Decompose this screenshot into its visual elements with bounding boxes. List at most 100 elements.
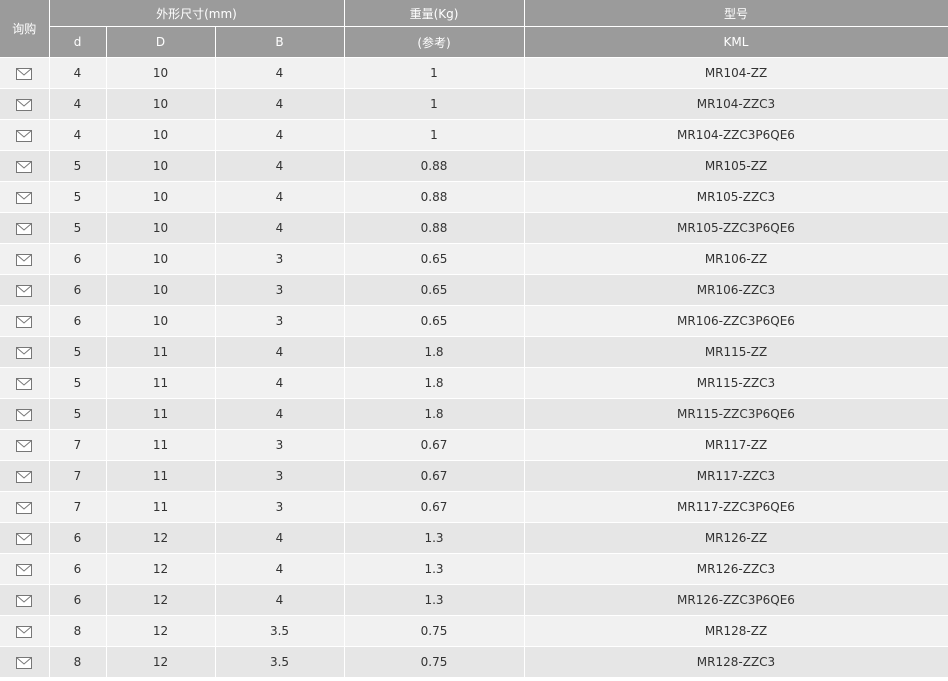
outer-diameter-cell: 10 <box>106 274 216 306</box>
envelope-icon[interactable] <box>16 439 33 452</box>
width-cell: 4 <box>215 367 345 399</box>
envelope-icon[interactable] <box>16 191 33 204</box>
outer-diameter-cell: 12 <box>106 522 216 554</box>
envelope-icon[interactable] <box>16 408 33 421</box>
inquiry-cell <box>0 57 50 89</box>
table-row: 4 10 4 1 MR104-ZZC3P6QE6 <box>0 119 948 151</box>
envelope-icon[interactable] <box>16 253 33 266</box>
outer-diameter-header: D <box>106 26 216 58</box>
model-cell: MR105-ZZC3P6QE6 <box>524 212 948 244</box>
envelope-icon[interactable] <box>16 563 33 576</box>
table-header: 询购 外形尺寸(mm) 重量(Kg) 型号 d D B (参考) KML <box>0 0 948 58</box>
weight-cell: 0.67 <box>344 429 525 461</box>
envelope-icon[interactable] <box>16 315 33 328</box>
inner-diameter-cell: 5 <box>49 181 107 213</box>
weight-cell: 1.8 <box>344 398 525 430</box>
inner-diameter-cell: 6 <box>49 522 107 554</box>
inner-diameter-cell: 4 <box>49 119 107 151</box>
outer-diameter-cell: 10 <box>106 181 216 213</box>
envelope-icon[interactable] <box>16 594 33 607</box>
envelope-icon[interactable] <box>16 532 33 545</box>
envelope-icon[interactable] <box>16 377 33 390</box>
inner-diameter-cell: 8 <box>49 615 107 647</box>
table-row: 6 10 3 0.65 MR106-ZZC3 <box>0 274 948 306</box>
width-cell: 4 <box>215 88 345 120</box>
weight-cell: 0.88 <box>344 181 525 213</box>
table-row: 4 10 4 1 MR104-ZZ <box>0 57 948 89</box>
inner-diameter-cell: 6 <box>49 553 107 585</box>
table-row: 5 11 4 1.8 MR115-ZZ <box>0 336 948 368</box>
envelope-icon[interactable] <box>16 346 33 359</box>
width-cell: 3 <box>215 491 345 523</box>
width-cell: 4 <box>215 150 345 182</box>
inner-diameter-cell: 6 <box>49 274 107 306</box>
envelope-icon[interactable] <box>16 129 33 142</box>
weight-cell: 1.8 <box>344 367 525 399</box>
inner-diameter-cell: 6 <box>49 243 107 275</box>
weight-cell: 0.88 <box>344 212 525 244</box>
envelope-icon[interactable] <box>16 67 33 80</box>
dimensions-group-header: 外形尺寸(mm) <box>49 0 345 27</box>
width-cell: 4 <box>215 181 345 213</box>
table-row: 5 11 4 1.8 MR115-ZZC3 <box>0 367 948 399</box>
inner-diameter-cell: 8 <box>49 646 107 678</box>
inquiry-cell <box>0 88 50 120</box>
outer-diameter-cell: 11 <box>106 460 216 492</box>
model-cell: MR115-ZZC3P6QE6 <box>524 398 948 430</box>
inquiry-header: 询购 <box>0 0 50 58</box>
outer-diameter-cell: 12 <box>106 615 216 647</box>
envelope-icon[interactable] <box>16 98 33 111</box>
table-row: 5 11 4 1.8 MR115-ZZC3P6QE6 <box>0 398 948 430</box>
table-row: 6 10 3 0.65 MR106-ZZ <box>0 243 948 275</box>
brand-header: KML <box>524 26 948 58</box>
inner-diameter-cell: 5 <box>49 398 107 430</box>
width-cell: 3 <box>215 274 345 306</box>
model-cell: MR104-ZZC3 <box>524 88 948 120</box>
envelope-icon[interactable] <box>16 160 33 173</box>
width-cell: 3 <box>215 429 345 461</box>
model-cell: MR106-ZZC3 <box>524 274 948 306</box>
table-row: 4 10 4 1 MR104-ZZC3 <box>0 88 948 120</box>
model-cell: MR106-ZZC3P6QE6 <box>524 305 948 337</box>
inner-diameter-cell: 6 <box>49 305 107 337</box>
width-cell: 3 <box>215 305 345 337</box>
width-cell: 4 <box>215 336 345 368</box>
envelope-icon[interactable] <box>16 625 33 638</box>
weight-cell: 0.67 <box>344 460 525 492</box>
model-cell: MR126-ZZC3 <box>524 553 948 585</box>
inquiry-cell <box>0 119 50 151</box>
width-cell: 3.5 <box>215 646 345 678</box>
inner-diameter-cell: 5 <box>49 367 107 399</box>
inquiry-cell <box>0 336 50 368</box>
weight-cell: 1.3 <box>344 584 525 616</box>
inquiry-cell <box>0 491 50 523</box>
outer-diameter-cell: 12 <box>106 646 216 678</box>
table-row: 5 10 4 0.88 MR105-ZZC3P6QE6 <box>0 212 948 244</box>
envelope-icon[interactable] <box>16 470 33 483</box>
inner-diameter-cell: 6 <box>49 584 107 616</box>
weight-cell: 0.75 <box>344 615 525 647</box>
inner-diameter-cell: 7 <box>49 460 107 492</box>
envelope-icon[interactable] <box>16 501 33 514</box>
model-cell: MR105-ZZ <box>524 150 948 182</box>
weight-cell: 0.65 <box>344 274 525 306</box>
envelope-icon[interactable] <box>16 656 33 669</box>
inquiry-cell <box>0 584 50 616</box>
weight-cell: 0.65 <box>344 305 525 337</box>
inquiry-cell <box>0 553 50 585</box>
envelope-icon[interactable] <box>16 284 33 297</box>
envelope-icon[interactable] <box>16 222 33 235</box>
outer-diameter-cell: 10 <box>106 243 216 275</box>
model-cell: MR117-ZZC3P6QE6 <box>524 491 948 523</box>
table-row: 8 12 3.5 0.75 MR128-ZZC3 <box>0 646 948 678</box>
inquiry-cell <box>0 398 50 430</box>
table-row: 6 12 4 1.3 MR126-ZZC3 <box>0 553 948 585</box>
model-cell: MR128-ZZC3 <box>524 646 948 678</box>
width-cell: 4 <box>215 398 345 430</box>
inquiry-cell <box>0 522 50 554</box>
table-row: 5 10 4 0.88 MR105-ZZ <box>0 150 948 182</box>
table-row: 8 12 3.5 0.75 MR128-ZZ <box>0 615 948 647</box>
model-cell: MR105-ZZC3 <box>524 181 948 213</box>
outer-diameter-cell: 10 <box>106 88 216 120</box>
outer-diameter-cell: 11 <box>106 491 216 523</box>
